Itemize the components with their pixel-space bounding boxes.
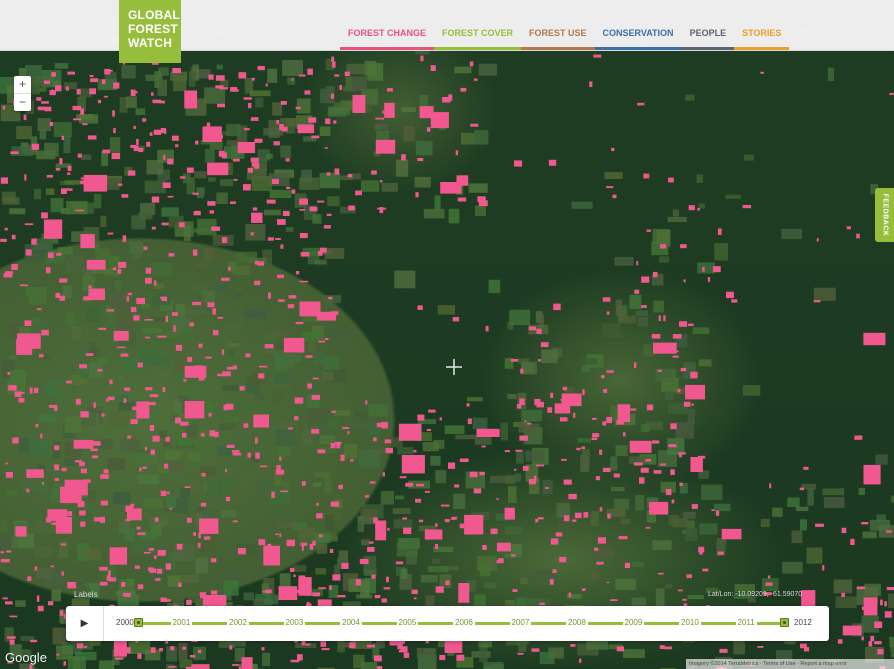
timeline-year-2011[interactable]: 2011 <box>735 617 757 629</box>
timeline-year-2001[interactable]: 2001 <box>170 617 193 629</box>
timeline-end-handle[interactable] <box>780 618 789 627</box>
logo-line-1: GLOBAL <box>128 8 180 22</box>
timeline-year-2004[interactable]: 2004 <box>340 617 362 629</box>
timeline-year-2003[interactable]: 2003 <box>283 617 306 629</box>
timeline-year-2005[interactable]: 2005 <box>396 617 419 629</box>
timeline-year-2008[interactable]: 2008 <box>566 617 588 629</box>
map-canvas[interactable] <box>0 0 894 669</box>
timeline-year-2012[interactable]: 2012 <box>792 617 814 629</box>
forest-loss-layer <box>0 0 894 669</box>
labels-toggle[interactable]: Labels <box>74 590 98 599</box>
zoom-in-button[interactable]: + <box>14 76 31 93</box>
timeline-year-2009[interactable]: 2009 <box>622 617 645 629</box>
nav-forest-use[interactable]: FOREST USE <box>521 0 595 50</box>
timeline-year-2000[interactable]: 2000 <box>114 617 136 629</box>
timeline-start-handle[interactable] <box>134 618 143 627</box>
timeline-year-2007[interactable]: 2007 <box>509 617 532 629</box>
main-nav: FOREST CHANGE FOREST COVER FOREST USE CO… <box>340 0 790 50</box>
crosshair-cursor-icon <box>446 359 462 375</box>
logo-line-3: WATCH <box>128 36 173 50</box>
timeline-bar: ▶ 2000 2001 2002 2003 2004 2005 2006 2007 2008 20… <box>66 606 829 641</box>
nav-forest-change[interactable]: FOREST CHANGE <box>340 0 435 50</box>
feedback-label: FEEDBACK <box>881 193 888 237</box>
timeline-year-2002[interactable]: 2002 <box>227 617 249 629</box>
timeline-year-2010[interactable]: 2010 <box>679 617 701 629</box>
global-forest-watch-logo[interactable]: GLOBAL FOREST WATCH <box>119 0 181 63</box>
play-button[interactable]: ▶ <box>66 606 104 641</box>
timeline-year-2006[interactable]: 2006 <box>453 617 475 629</box>
zoom-control: + − <box>14 76 31 111</box>
nav-conservation[interactable]: CONSERVATION <box>594 0 682 50</box>
top-navigation-bar: GLOBAL FOREST WATCH FOREST CHANGE FOREST… <box>0 0 894 63</box>
feedback-tab[interactable]: FEEDBACK <box>875 188 894 242</box>
zoom-out-button[interactable]: − <box>14 93 31 111</box>
nav-forest-cover[interactable]: FOREST COVER <box>434 0 522 50</box>
nav-people[interactable]: PEOPLE <box>681 0 735 50</box>
logo-line-2: FOREST <box>128 22 178 36</box>
google-logo: Google <box>5 650 47 665</box>
map-attribution[interactable]: Imagery ©2014 TerraMetrics · Terms of Us… <box>686 659 894 669</box>
lat-lon-readout: Lat/Lon: -10.09209, -61.59070 <box>708 591 803 598</box>
nav-stories[interactable]: STORIES <box>734 0 790 50</box>
